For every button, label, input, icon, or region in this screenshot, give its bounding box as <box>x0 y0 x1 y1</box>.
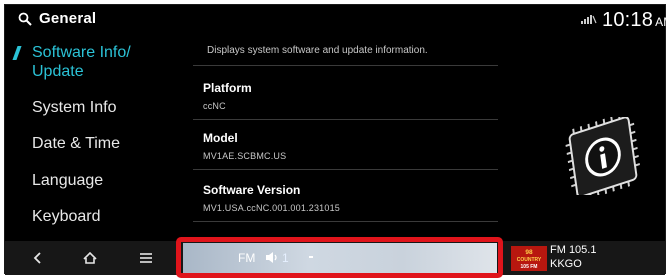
divider <box>193 119 498 120</box>
menu-icon <box>140 253 152 263</box>
sidebar-item-date-time[interactable]: Date & Time <box>32 134 120 153</box>
station-logo: 98 COUNTRY 105 FM <box>511 246 547 271</box>
sidebar-item-language[interactable]: Language <box>32 171 103 190</box>
divider <box>193 169 498 170</box>
divider <box>193 221 498 222</box>
svg-text:98: 98 <box>525 249 533 256</box>
platform-title: Platform <box>203 81 252 95</box>
menu-button[interactable] <box>123 241 169 275</box>
search-icon[interactable] <box>18 12 32 26</box>
platform-value: ccNC <box>203 101 226 111</box>
content-description: Displays system software and update info… <box>207 45 428 56</box>
settings-window: General 10:18 AM Software Info/ Update Sy… <box>4 4 672 278</box>
signal-status-icon <box>581 15 597 24</box>
sidebar-item-system-info[interactable]: System Info <box>32 98 116 117</box>
svg-text:COUNTRY: COUNTRY <box>517 257 542 263</box>
back-icon <box>33 252 41 264</box>
model-value: MV1AE.SCBMC.US <box>203 151 287 161</box>
active-item-marker <box>12 46 22 60</box>
back-button[interactable] <box>15 241 61 275</box>
software-version-value: MV1.USA.ccNC.001.001.231015 <box>203 203 340 213</box>
software-version-title: Software Version <box>203 183 301 197</box>
station-frequency: FM 105.1 <box>550 244 597 256</box>
model-title: Model <box>203 131 238 145</box>
divider <box>193 65 498 66</box>
sidebar-item-keyboard[interactable]: Keyboard <box>32 207 101 226</box>
highlight-box <box>176 237 503 278</box>
home-icon <box>83 252 97 264</box>
content-panel: Displays system software and update info… <box>181 43 499 243</box>
svg-text:105 FM: 105 FM <box>521 264 538 270</box>
bottom-bar: FM 1 98 COUNTRY 105 FM FM 105.1 KKGO <box>5 237 665 278</box>
chip-info-icon <box>565 117 640 195</box>
page-title: General <box>39 10 97 27</box>
station-callsign: KKGO <box>550 258 582 270</box>
clock-time: 10:18 <box>602 9 654 31</box>
sidebar-item-software-info-update[interactable]: Software Info/ Update <box>32 43 131 81</box>
clock-ampm: AM <box>655 15 672 29</box>
top-bar: General 10:18 AM <box>5 5 672 33</box>
station-logo-graphic: 98 COUNTRY 105 FM <box>511 246 547 271</box>
home-button[interactable] <box>67 241 113 275</box>
clock: 10:18 AM <box>602 9 672 32</box>
